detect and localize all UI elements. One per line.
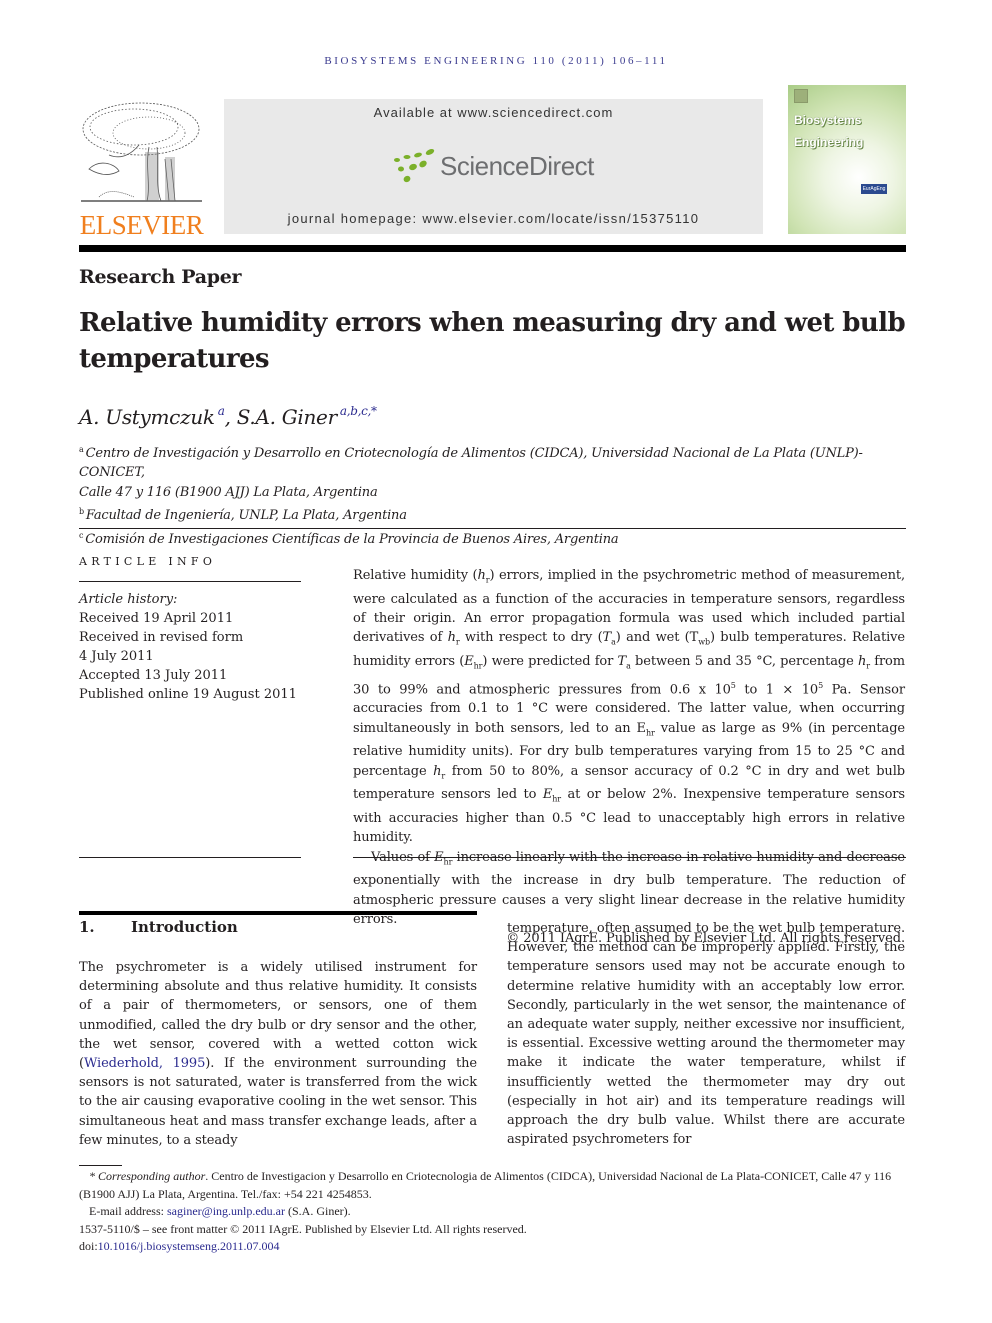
sciencedirect-leaves-icon bbox=[394, 149, 435, 183]
doi-label: doi: bbox=[79, 1239, 98, 1253]
footnotes: * Corresponding author. Centro de Invest… bbox=[79, 1168, 909, 1256]
affiliation-key: b bbox=[79, 507, 84, 517]
affiliation-item: a Centro de Investigación y Desarrollo en… bbox=[79, 440, 919, 483]
section-title: Introduction bbox=[131, 918, 238, 936]
doi-link[interactable]: 10.1016/j.biosystemseng.2011.07.004 bbox=[98, 1239, 280, 1253]
elsevier-tree-icon bbox=[81, 102, 202, 202]
abstract: Relative humidity (hr) errors, implied i… bbox=[353, 566, 905, 948]
paper-title: Relative humidity errors when measuring … bbox=[79, 308, 906, 374]
body-column-right: temperature, often assumed to be the wet… bbox=[507, 921, 905, 1148]
section-heading-introduction: 1. Introduction bbox=[79, 918, 238, 936]
history-item: Published online 19 August 2011 bbox=[79, 687, 297, 702]
affiliation-key: c bbox=[79, 530, 84, 540]
abstract-paragraph: Values of Ehr increase linearly with the… bbox=[353, 849, 905, 927]
email-note: E-mail address: saginer@ing.unlp.edu.ar … bbox=[79, 1203, 909, 1221]
author-separator: , bbox=[224, 405, 237, 429]
cover-title: Biosystems Engineering bbox=[794, 109, 863, 153]
elsevier-wordmark: ELSEVIER bbox=[79, 210, 204, 240]
sciencedirect-banner: Available at www.sciencedirect.com Scien… bbox=[224, 99, 763, 234]
elsevier-logo[interactable]: ELSEVIER bbox=[79, 97, 204, 240]
history-item: Accepted 13 July 2011 bbox=[79, 668, 228, 683]
article-history-label: Article history: bbox=[79, 592, 178, 607]
body-text: The psychrometer is a widely utilised in… bbox=[79, 960, 477, 1072]
doi-line: doi:10.1016/j.biosystemseng.2011.07.004 bbox=[79, 1238, 909, 1256]
affiliation-key: a bbox=[79, 445, 84, 454]
corresponding-label: * Corresponding author bbox=[89, 1169, 206, 1183]
article-info-heading: ARTICLE INFO bbox=[79, 555, 217, 568]
affiliation-text: Centro de Investigación y Desarrollo en … bbox=[79, 446, 863, 481]
email-link[interactable]: saginer@ing.unlp.edu.ar bbox=[167, 1204, 285, 1218]
body-column-left: The psychrometer is a widely utilised in… bbox=[79, 958, 477, 1150]
email-owner: (S.A. Giner). bbox=[285, 1204, 351, 1218]
article-info-bottom-divider bbox=[79, 857, 301, 858]
journal-homepage-link[interactable]: journal homepage: www.elsevier.com/locat… bbox=[224, 211, 763, 226]
history-item: Received in revised form bbox=[79, 630, 244, 645]
affiliation-item: b Facultad de Ingeniería, UNLP, La Plata,… bbox=[79, 502, 919, 525]
front-matter-note: 1537-5110/$ – see front matter © 2011 IA… bbox=[79, 1221, 527, 1236]
footnote-divider bbox=[79, 1165, 122, 1166]
article-type: Research Paper bbox=[79, 266, 242, 288]
cover-title-line1: Biosystems bbox=[794, 113, 862, 127]
masthead: ELSEVIER Available at www.sciencedirect.… bbox=[79, 85, 906, 255]
sciencedirect-logo[interactable]: ScienceDirect bbox=[392, 147, 602, 187]
available-at-text[interactable]: Available at www.sciencedirect.com bbox=[224, 105, 763, 120]
abstract-paragraph: Relative humidity (hr) errors, implied i… bbox=[353, 568, 906, 846]
corresponding-author-note: * Corresponding author. Centro de Invest… bbox=[79, 1168, 909, 1203]
author-affiliation-marker[interactable]: a,b,c,* bbox=[340, 404, 377, 418]
author-name[interactable]: S.A. Giner bbox=[237, 405, 337, 429]
author-name[interactable]: A. Ustymczuk bbox=[79, 405, 215, 429]
email-label: E-mail address: bbox=[89, 1204, 167, 1218]
author-list: A. Ustymczuk a, S.A. Giner a,b,c,* bbox=[79, 404, 377, 429]
affiliation-text: Facultad de Ingeniería, UNLP, La Plata, … bbox=[85, 508, 407, 524]
history-item: 4 July 2011 bbox=[79, 649, 154, 664]
author-affiliation-marker[interactable]: a bbox=[218, 404, 225, 418]
cover-elsevier-icon bbox=[794, 89, 808, 103]
article-info-divider bbox=[79, 581, 301, 582]
header-divider bbox=[79, 528, 906, 529]
section-number: 1. bbox=[79, 918, 95, 936]
masthead-divider bbox=[79, 245, 906, 252]
citation-link[interactable]: Wiederhold, 1995 bbox=[84, 1056, 205, 1071]
running-header: BIOSYSTEMS ENGINEERING 110 (2011) 106–11… bbox=[324, 55, 668, 67]
cover-title-line2: Engineering bbox=[794, 135, 864, 149]
article-history: Article history: Received 19 April 2011 … bbox=[79, 590, 297, 704]
affiliation-item-continued: Calle 47 y 116 (B1900 AJJ) La Plata, Arg… bbox=[79, 484, 378, 500]
journal-cover-thumbnail[interactable]: Biosystems Engineering EurAgEng bbox=[788, 85, 906, 234]
affiliation-item: c Comisión de Investigaciones Científicas… bbox=[79, 526, 919, 549]
euragreng-badge-icon: EurAgEng bbox=[861, 184, 887, 194]
section-divider bbox=[79, 911, 477, 915]
sciencedirect-wordmark: ScienceDirect bbox=[440, 151, 594, 181]
history-item: Received 19 April 2011 bbox=[79, 611, 234, 626]
affiliation-text: Comisión de Investigaciones Científicas … bbox=[85, 531, 619, 547]
abstract-bottom-divider bbox=[353, 857, 906, 858]
affiliation-list: a Centro de Investigación y Desarrollo en… bbox=[79, 440, 919, 549]
